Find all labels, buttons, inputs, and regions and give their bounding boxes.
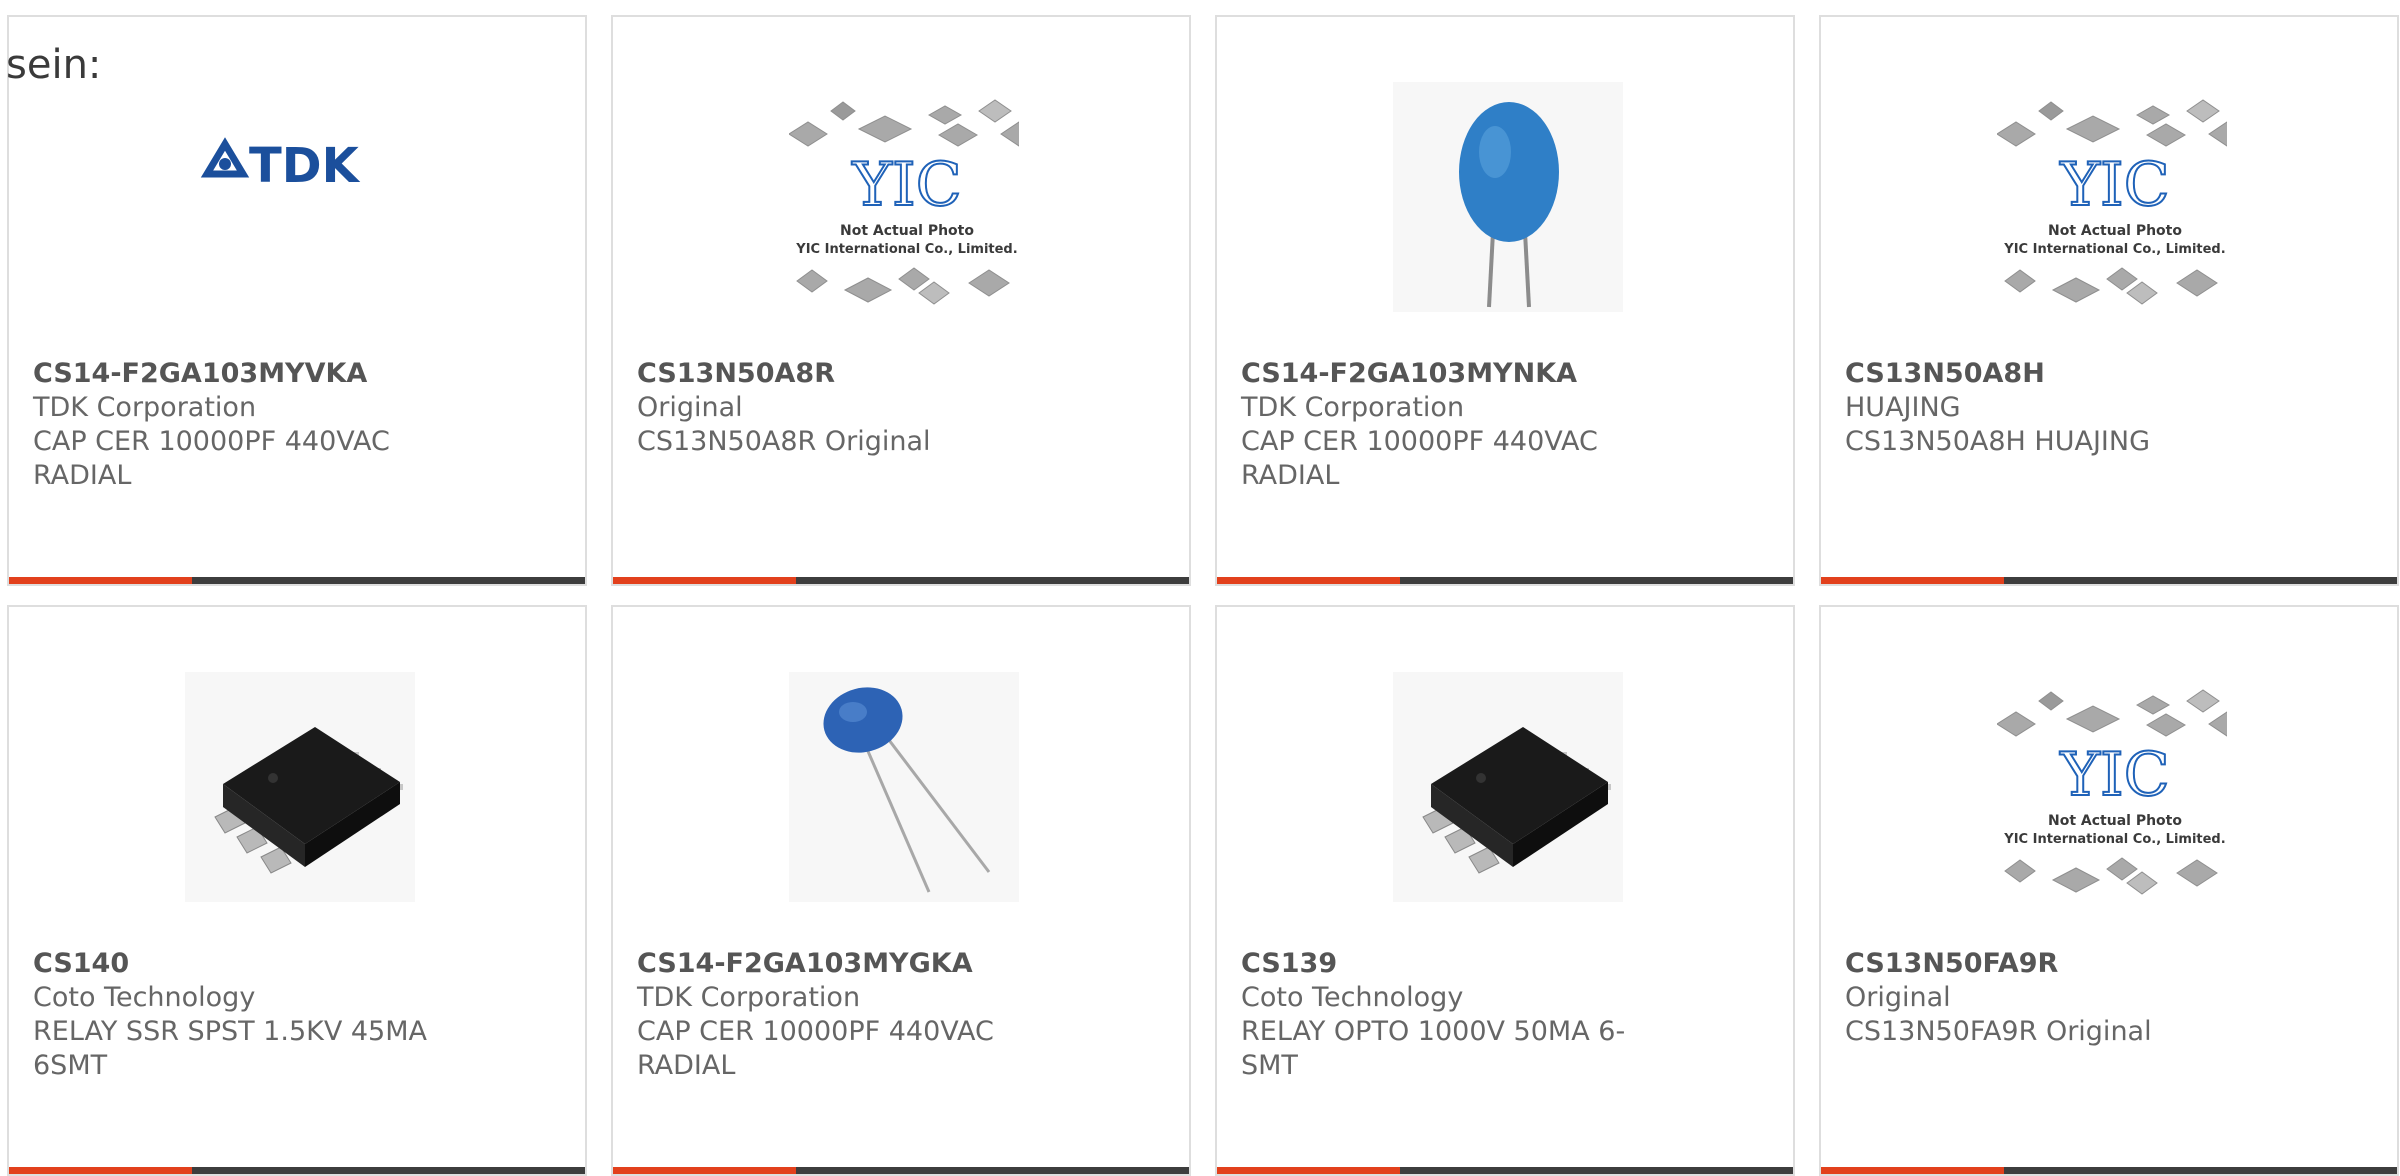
product-card[interactable]: YIC Not Actual Photo YIC International Co.… [611, 15, 1191, 586]
yic-logo: YIC [2059, 740, 2169, 810]
card-footer-bar [613, 1167, 1189, 1174]
card-footer-bar [9, 1167, 585, 1174]
accent-segment [9, 577, 192, 584]
placeholder-caption: YIC International Co., Limited. [2003, 832, 2225, 847]
manufacturer: TDK Corporation [33, 392, 257, 423]
product-image[interactable]: YIC Not Actual Photo YIC International Co.… [789, 82, 1019, 312]
product-description: CS13N50FA9R Original [1845, 1016, 2152, 1047]
product-info: CS140 Coto Technology RELAY SSR SPST 1.5KV… [33, 947, 565, 1083]
accent-segment [613, 577, 796, 584]
placeholder-caption: YIC International Co., Limited. [2003, 242, 2225, 257]
accent-segment [1217, 1167, 1400, 1174]
product-info: CS13N50A8H HUAJING CS13N50A8H HUAJING [1845, 357, 2377, 459]
placeholder-caption: Not Actual Photo [840, 223, 974, 239]
manufacturer: TDK Corporation [637, 982, 861, 1013]
relay-chip-image [185, 672, 415, 902]
part-number[interactable]: CS13N50A8R [637, 357, 1169, 391]
product-image[interactable]: YIC Not Actual Photo YIC International Co.… [1997, 82, 2227, 312]
product-image[interactable] [1393, 82, 1623, 312]
product-card[interactable]: YIC Not Actual Photo YIC International Co.… [1819, 15, 2399, 586]
product-image[interactable]: YIC Not Actual Photo YIC International Co.… [1997, 672, 2227, 902]
card-footer-bar [1217, 1167, 1793, 1174]
capacitor-image [789, 672, 1019, 902]
product-card[interactable]: CS14-F2GA103MYNKA TDK Corporation CAP CER … [1215, 15, 1795, 586]
manufacturer: Coto Technology [1241, 982, 1464, 1013]
product-card[interactable]: TDK CS14-F2GA103MYVKA TDK Corporation CAP C… [7, 15, 587, 586]
intro-text: sein: [6, 42, 102, 88]
product-description: CAP CER 10000PF 440VAC RADIAL [33, 426, 390, 491]
manufacturer: TDK Corporation [1241, 392, 1465, 423]
manufacturer: Original [637, 392, 743, 423]
product-info: CS13N50FA9R Original CS13N50FA9R Original [1845, 947, 2377, 1049]
not-actual-photo-placeholder: YIC Not Actual Photo YIC International Co.… [1997, 99, 2227, 305]
part-number[interactable]: CS140 [33, 947, 565, 981]
product-description: CS13N50A8H HUAJING [1845, 426, 2151, 457]
product-description: CAP CER 10000PF 440VAC RADIAL [1241, 426, 1598, 491]
product-image[interactable] [185, 672, 415, 902]
product-card[interactable]: CS140 Coto Technology RELAY SSR SPST 1.5KV… [7, 605, 587, 1176]
product-card[interactable]: CS14-F2GA103MYGKA TDK Corporation CAP CER … [611, 605, 1191, 1176]
card-footer-bar [1217, 577, 1793, 584]
accent-segment [9, 1167, 192, 1174]
relay-chip-image [1393, 672, 1623, 902]
yic-logo: YIC [851, 150, 961, 220]
tdk-logo: TDK [200, 137, 361, 194]
product-image[interactable]: TDK [185, 82, 415, 312]
product-info: CS13N50A8R Original CS13N50A8R Original [637, 357, 1169, 459]
product-info: CS139 Coto Technology RELAY OPTO 1000V 50M… [1241, 947, 1773, 1083]
card-footer-bar [1821, 1167, 2397, 1174]
placeholder-caption: YIC International Co., Limited. [795, 242, 1017, 257]
accent-segment [1821, 1167, 2004, 1174]
manufacturer: Coto Technology [33, 982, 256, 1013]
card-footer-bar [1821, 577, 2397, 584]
product-image[interactable] [789, 672, 1019, 902]
product-info: CS14-F2GA103MYVKA TDK Corporation CAP CER … [33, 357, 565, 493]
not-actual-photo-placeholder: YIC Not Actual Photo YIC International Co.… [1997, 689, 2227, 895]
manufacturer: Original [1845, 982, 1951, 1013]
placeholder-caption: Not Actual Photo [2048, 813, 2182, 829]
manufacturer: HUAJING [1845, 392, 1961, 423]
part-number[interactable]: CS13N50FA9R [1845, 947, 2377, 981]
part-number[interactable]: CS14-F2GA103MYNKA [1241, 357, 1773, 391]
card-footer-bar [9, 577, 585, 584]
not-actual-photo-placeholder: YIC Not Actual Photo YIC International Co.… [789, 99, 1019, 305]
part-number[interactable]: CS14-F2GA103MYVKA [33, 357, 565, 391]
yic-logo: YIC [2059, 150, 2169, 220]
part-number[interactable]: CS14-F2GA103MYGKA [637, 947, 1169, 981]
product-description: RELAY SSR SPST 1.5KV 45MA 6SMT [33, 1016, 428, 1081]
product-description: CAP CER 10000PF 440VAC RADIAL [637, 1016, 994, 1081]
part-number[interactable]: CS13N50A8H [1845, 357, 2377, 391]
accent-segment [1821, 577, 2004, 584]
logo-text: TDK [249, 138, 361, 194]
capacitor-image [1393, 82, 1623, 312]
product-description: RELAY OPTO 1000V 50MA 6-SMT [1241, 1016, 1626, 1081]
card-footer-bar [613, 577, 1189, 584]
product-description: CS13N50A8R Original [637, 426, 931, 457]
product-card[interactable]: YIC Not Actual Photo YIC International Co.… [1819, 605, 2399, 1176]
product-image[interactable] [1393, 672, 1623, 902]
product-info: CS14-F2GA103MYNKA TDK Corporation CAP CER … [1241, 357, 1773, 493]
placeholder-caption: Not Actual Photo [2048, 223, 2182, 239]
part-number[interactable]: CS139 [1241, 947, 1773, 981]
product-card[interactable]: CS139 Coto Technology RELAY OPTO 1000V 50M… [1215, 605, 1795, 1176]
accent-segment [613, 1167, 796, 1174]
product-info: CS14-F2GA103MYGKA TDK Corporation CAP CER … [637, 947, 1169, 1083]
accent-segment [1217, 577, 1400, 584]
